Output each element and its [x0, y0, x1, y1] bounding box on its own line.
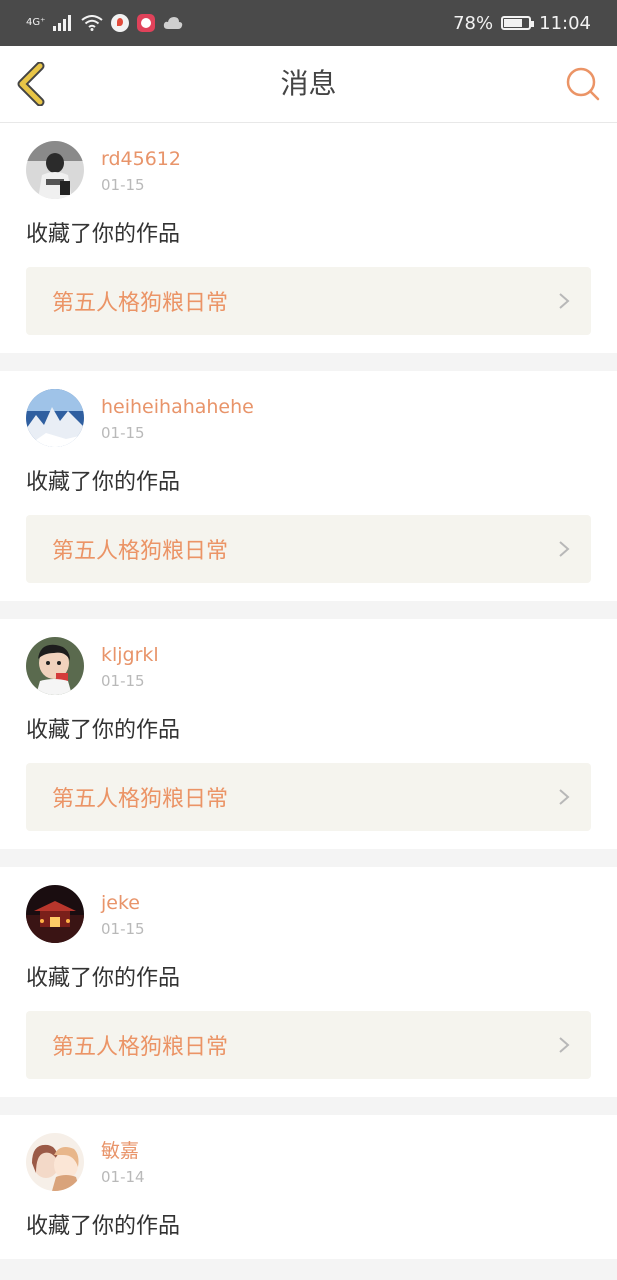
- message-date: 01-15: [101, 920, 145, 938]
- battery-icon: [501, 16, 535, 30]
- username[interactable]: 敏嘉: [101, 1139, 145, 1163]
- action-text: 收藏了你的作品: [26, 222, 181, 247]
- username[interactable]: jeke: [101, 891, 145, 915]
- work-title: 第五人格狗粮日常: [52, 787, 229, 812]
- work-title: 第五人格狗粮日常: [52, 291, 229, 316]
- user-avatar[interactable]: [26, 141, 84, 199]
- page-title: 消息: [280, 67, 337, 100]
- username[interactable]: kljgrkl: [101, 643, 159, 667]
- work-link[interactable]: 第五人格狗粮日常: [26, 763, 591, 831]
- status-icons-right: 78% 11:04: [453, 13, 591, 34]
- map-app-icon: [111, 14, 130, 32]
- chevron-right-icon: [559, 1037, 570, 1053]
- wifi-icon: [81, 15, 104, 31]
- search-button[interactable]: [565, 66, 601, 102]
- message-date: 01-15: [101, 672, 145, 690]
- avatar-image: [26, 141, 84, 199]
- cloud-icon: [164, 17, 183, 29]
- avatar-image: [26, 885, 84, 943]
- username[interactable]: heiheihahahehe: [101, 395, 254, 419]
- action-text: 收藏了你的作品: [26, 1214, 181, 1239]
- work-link[interactable]: 第五人格狗粮日常: [26, 1011, 591, 1079]
- network-type-label: 4G⁺: [26, 17, 46, 28]
- notification-app-icon: [137, 14, 156, 32]
- status-icons-left: 4G⁺: [26, 14, 183, 32]
- message-date: 01-15: [101, 176, 145, 194]
- signal-icon: [53, 15, 72, 31]
- message-date: 01-14: [101, 1168, 145, 1186]
- message-date: 01-15: [101, 424, 145, 442]
- message-item: heiheihahahehe 01-15 收藏了你的作品 第五人格狗粮日常: [0, 371, 617, 601]
- status-bar: 4G⁺ 78% 11:04: [0, 0, 617, 46]
- message-item: rd45612 01-15 收藏了你的作品 第五人格狗粮日常: [0, 123, 617, 353]
- work-title: 第五人格狗粮日常: [52, 539, 229, 564]
- action-text: 收藏了你的作品: [26, 966, 181, 991]
- username[interactable]: rd45612: [101, 147, 181, 171]
- action-text: 收藏了你的作品: [26, 718, 181, 743]
- work-link[interactable]: 第五人格狗粮日常: [26, 515, 591, 583]
- chevron-right-icon: [559, 541, 570, 557]
- search-icon: [566, 67, 600, 101]
- work-link[interactable]: 第五人格狗粮日常: [26, 267, 591, 335]
- header-bar: 消息: [0, 46, 617, 123]
- message-item: 敏嘉 01-14 收藏了你的作品: [0, 1115, 617, 1259]
- message-list: rd45612 01-15 收藏了你的作品 第五人格狗粮日常 heiheihah…: [0, 123, 617, 1259]
- avatar-image: [26, 1133, 84, 1191]
- message-item: jeke 01-15 收藏了你的作品 第五人格狗粮日常: [0, 867, 617, 1097]
- chevron-right-icon: [559, 293, 570, 309]
- user-avatar[interactable]: [26, 885, 84, 943]
- action-text: 收藏了你的作品: [26, 470, 181, 495]
- user-avatar[interactable]: [26, 1133, 84, 1191]
- work-title: 第五人格狗粮日常: [52, 1035, 229, 1060]
- user-avatar[interactable]: [26, 389, 84, 447]
- avatar-image: [26, 637, 84, 695]
- clock: 11:04: [539, 12, 591, 34]
- chevron-right-icon: [559, 789, 570, 805]
- battery-level-fill: [504, 19, 523, 27]
- user-avatar[interactable]: [26, 637, 84, 695]
- battery-percent: 78%: [453, 12, 494, 34]
- avatar-image: [26, 389, 84, 447]
- message-item: kljgrkl 01-15 收藏了你的作品 第五人格狗粮日常: [0, 619, 617, 849]
